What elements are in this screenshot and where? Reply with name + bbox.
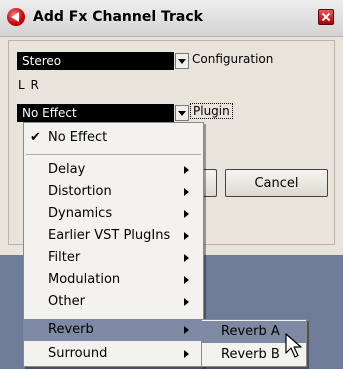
submenu-arrow-icon: [184, 166, 189, 174]
configuration-dropdown-arrow-icon[interactable]: [175, 53, 189, 69]
menu-item-label: Surround: [48, 346, 108, 361]
plugin-menu: ✔ No Effect Delay Distortion Dynamics Ea…: [23, 122, 204, 367]
menu-item-label: Delay: [48, 162, 86, 177]
menu-item-filter[interactable]: Filter: [24, 247, 203, 269]
plugin-label: Plugin: [190, 103, 233, 119]
menu-item-label: Dynamics: [48, 206, 113, 221]
dialog-title: Add Fx Channel Track: [33, 9, 203, 25]
menu-item-label: Filter: [48, 250, 81, 265]
menu-item-label: Reverb: [48, 322, 94, 337]
menu-item-other[interactable]: Other: [24, 291, 203, 313]
menu-item-no-effect[interactable]: ✔ No Effect: [24, 127, 203, 149]
configuration-label: Configuration: [192, 52, 274, 66]
menu-item-reverb[interactable]: Reverb: [24, 319, 203, 341]
title-bar[interactable]: Add Fx Channel Track: [0, 0, 343, 37]
menu-item-delay[interactable]: Delay: [24, 159, 203, 181]
plugin-dropdown-arrow-icon[interactable]: [175, 105, 189, 121]
menu-item-label: Distortion: [48, 184, 112, 199]
submenu-arrow-icon: [184, 326, 189, 334]
submenu-arrow-icon: [184, 210, 189, 218]
submenu-arrow-icon: [184, 188, 189, 196]
menu-item-distortion[interactable]: Distortion: [24, 181, 203, 203]
cubase-icon: [7, 8, 25, 26]
menu-item-label: Modulation: [48, 272, 121, 287]
configuration-select[interactable]: Stereo: [17, 52, 174, 70]
menu-item-label: Reverb A: [221, 324, 280, 339]
submenu-arrow-icon: [184, 298, 189, 306]
menu-item-label: Other: [48, 294, 85, 309]
menu-item-label: Earlier VST PlugIns: [48, 228, 171, 243]
close-button[interactable]: [318, 9, 334, 25]
submenu-arrow-icon: [184, 276, 189, 284]
mouse-pointer-icon: [285, 333, 302, 358]
menu-item-earlier-vst-plugins[interactable]: Earlier VST PlugIns: [24, 225, 203, 247]
plugin-select[interactable]: No Effect: [17, 104, 174, 122]
checkmark-icon: ✔: [30, 130, 41, 145]
cancel-button[interactable]: Cancel: [225, 169, 328, 197]
menu-item-label: Reverb B: [221, 347, 280, 362]
menu-item-label: No Effect: [48, 130, 108, 145]
menu-item-dynamics[interactable]: Dynamics: [24, 203, 203, 225]
menu-item-modulation[interactable]: Modulation: [24, 269, 203, 291]
channels-label: L R: [18, 78, 40, 92]
menu-item-surround[interactable]: Surround: [24, 343, 203, 365]
submenu-arrow-icon: [184, 350, 189, 358]
menu-separator: [26, 154, 201, 155]
submenu-arrow-icon: [184, 232, 189, 240]
submenu-arrow-icon: [184, 254, 189, 262]
